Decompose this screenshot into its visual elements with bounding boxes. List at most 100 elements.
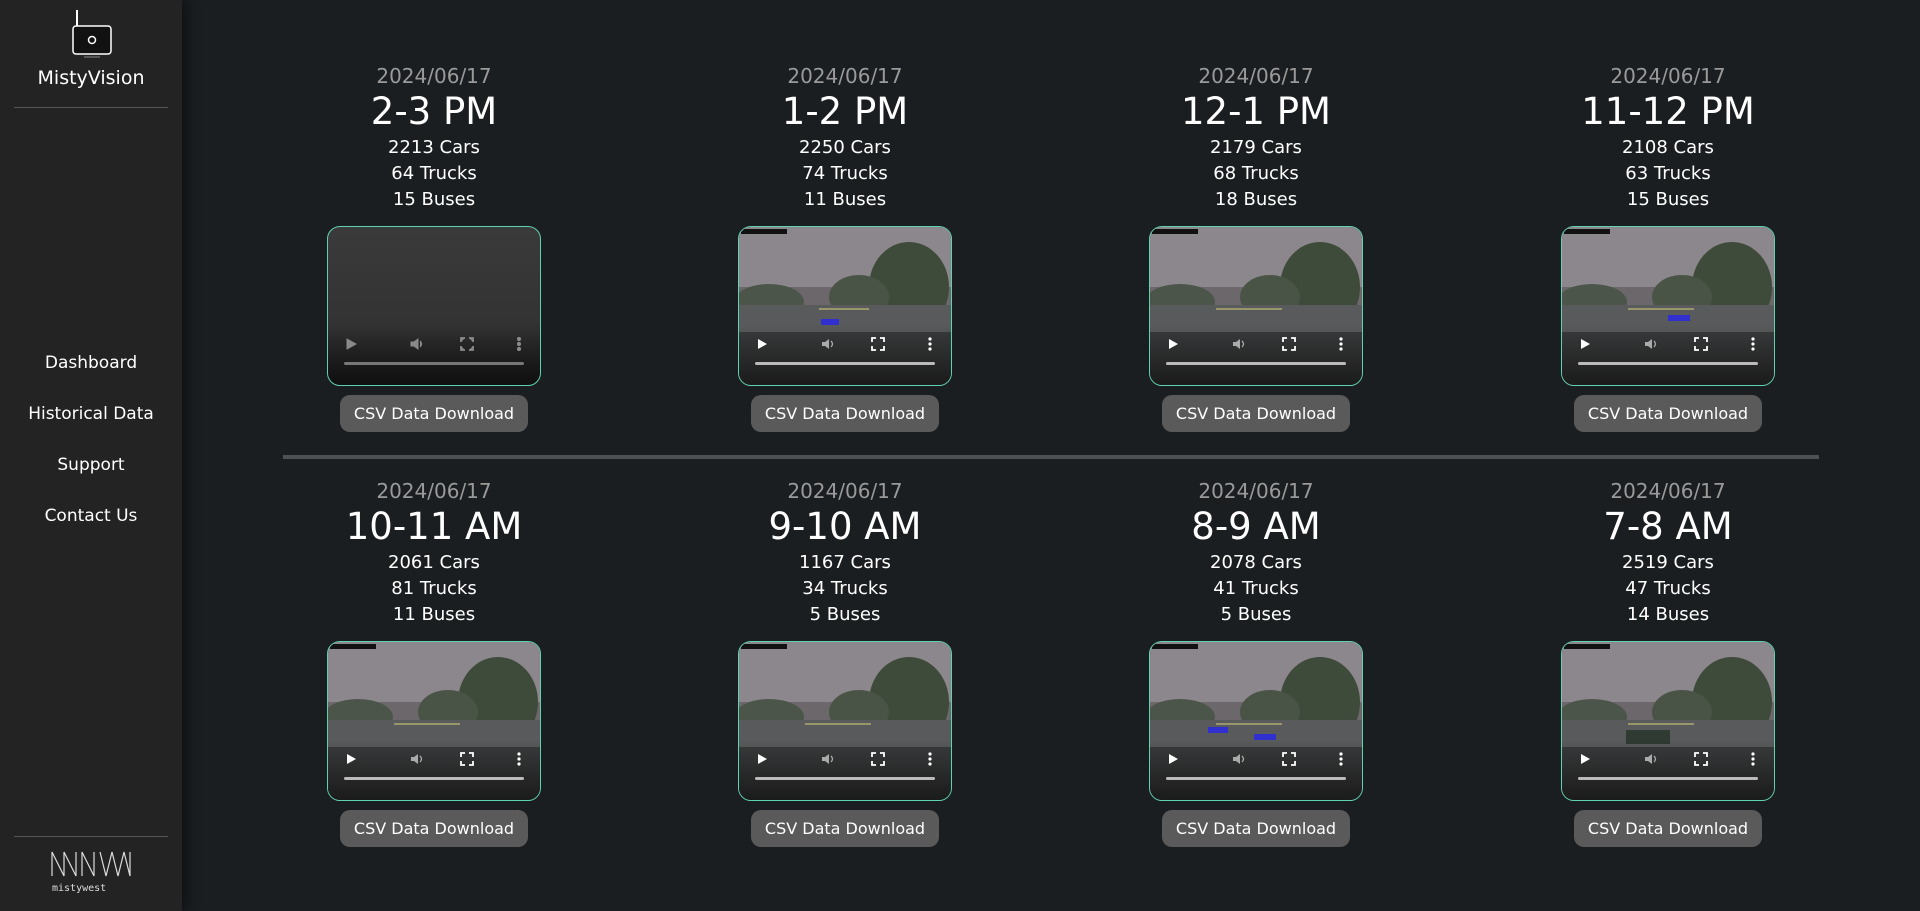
fullscreen-icon[interactable] [871, 752, 885, 766]
csv-download-button[interactable]: CSV Data Download [1573, 810, 1763, 847]
mistywest-logo: mistywest [50, 848, 150, 894]
volume-icon[interactable] [1232, 752, 1246, 766]
truck-count: 81 Trucks [391, 578, 477, 599]
video-player[interactable] [738, 226, 952, 386]
csv-download-button[interactable]: CSV Data Download [750, 395, 940, 432]
video-card: 2024/06/17 9-10 AM 1167 Cars 34 Trucks 5… [705, 478, 985, 847]
car-count: 2078 Cars [1210, 552, 1302, 573]
video-progress-bar[interactable] [1166, 362, 1346, 365]
csv-download-button[interactable]: CSV Data Download [750, 810, 940, 847]
brand[interactable]: MistyVision [0, 8, 182, 89]
fullscreen-icon[interactable] [871, 337, 885, 351]
truck-count: 63 Trucks [1625, 163, 1711, 184]
volume-icon[interactable] [1644, 752, 1658, 766]
more-options-icon[interactable] [1334, 337, 1348, 351]
truck-count: 64 Trucks [391, 163, 477, 184]
play-icon[interactable] [1578, 337, 1592, 351]
volume-icon[interactable] [410, 752, 424, 766]
video-player[interactable] [1149, 226, 1363, 386]
video-player[interactable] [738, 641, 952, 801]
video-progress-bar[interactable] [1578, 777, 1758, 780]
more-options-icon[interactable] [923, 752, 937, 766]
card-time-range: 10-11 AM [345, 505, 523, 548]
play-icon[interactable] [344, 337, 358, 351]
more-options-icon[interactable] [1746, 337, 1760, 351]
truck-count: 34 Trucks [802, 578, 888, 599]
bus-count: 5 Buses [809, 604, 881, 625]
car-count: 2250 Cars [799, 137, 891, 158]
csv-download-button[interactable]: CSV Data Download [1161, 395, 1351, 432]
volume-icon[interactable] [1644, 337, 1658, 351]
play-icon[interactable] [755, 752, 769, 766]
fullscreen-icon[interactable] [1282, 337, 1296, 351]
car-count: 2108 Cars [1622, 137, 1714, 158]
nav-item-dashboard[interactable]: Dashboard [0, 348, 182, 399]
bus-count: 5 Buses [1220, 604, 1292, 625]
play-icon[interactable] [1166, 752, 1180, 766]
video-card: 2024/06/17 8-9 AM 2078 Cars 41 Trucks 5 … [1116, 478, 1396, 847]
bus-count: 15 Buses [392, 189, 476, 210]
play-icon[interactable] [344, 752, 358, 766]
fullscreen-icon[interactable] [1694, 752, 1708, 766]
card-date: 2024/06/17 [787, 64, 903, 88]
video-controls [1562, 325, 1774, 385]
volume-icon[interactable] [1232, 337, 1246, 351]
csv-download-button[interactable]: CSV Data Download [339, 810, 529, 847]
more-options-icon[interactable] [512, 337, 526, 351]
video-progress-bar[interactable] [344, 362, 524, 365]
play-icon[interactable] [755, 337, 769, 351]
card-time-range: 9-10 AM [768, 505, 922, 548]
volume-icon[interactable] [821, 337, 835, 351]
bus-count: 11 Buses [803, 189, 887, 210]
video-controls [739, 325, 951, 385]
csv-download-button[interactable]: CSV Data Download [1161, 810, 1351, 847]
more-options-icon[interactable] [512, 752, 526, 766]
card-date: 2024/06/17 [376, 479, 492, 503]
video-progress-bar[interactable] [344, 777, 524, 780]
car-count: 2519 Cars [1622, 552, 1714, 573]
sidebar-nav: Dashboard Historical Data Support Contac… [0, 348, 182, 552]
truck-count: 41 Trucks [1213, 578, 1299, 599]
video-player[interactable] [1149, 641, 1363, 801]
footer-logo-text: mistywest [52, 883, 107, 894]
row-divider [283, 455, 1819, 459]
nav-item-support[interactable]: Support [0, 450, 182, 501]
video-controls [739, 740, 951, 800]
card-date: 2024/06/17 [1610, 64, 1726, 88]
video-progress-bar[interactable] [1578, 362, 1758, 365]
card-date: 2024/06/17 [1198, 64, 1314, 88]
car-count: 1167 Cars [799, 552, 891, 573]
car-count: 2213 Cars [388, 137, 480, 158]
volume-icon[interactable] [410, 337, 424, 351]
csv-download-button[interactable]: CSV Data Download [339, 395, 529, 432]
more-options-icon[interactable] [1334, 752, 1348, 766]
sidebar: MistyVision Dashboard Historical Data Su… [0, 0, 182, 911]
play-icon[interactable] [1166, 337, 1180, 351]
video-progress-bar[interactable] [755, 777, 935, 780]
nav-item-historical-data[interactable]: Historical Data [0, 399, 182, 450]
fullscreen-icon[interactable] [460, 752, 474, 766]
video-controls [328, 740, 540, 800]
csv-download-button[interactable]: CSV Data Download [1573, 395, 1763, 432]
fullscreen-icon[interactable] [460, 337, 474, 351]
video-progress-bar[interactable] [755, 362, 935, 365]
card-date: 2024/06/17 [787, 479, 903, 503]
more-options-icon[interactable] [923, 337, 937, 351]
volume-icon[interactable] [821, 752, 835, 766]
video-player[interactable] [327, 641, 541, 801]
card-time-range: 12-1 PM [1181, 90, 1331, 133]
car-count: 2061 Cars [388, 552, 480, 573]
play-icon[interactable] [1578, 752, 1592, 766]
car-count: 2179 Cars [1210, 137, 1302, 158]
card-time-range: 1-2 PM [781, 90, 909, 133]
video-player[interactable] [327, 226, 541, 386]
nav-item-contact-us[interactable]: Contact Us [0, 501, 182, 552]
video-player[interactable] [1561, 226, 1775, 386]
truck-count: 68 Trucks [1213, 163, 1299, 184]
video-progress-bar[interactable] [1166, 777, 1346, 780]
video-player[interactable] [1561, 641, 1775, 801]
video-controls [1150, 325, 1362, 385]
fullscreen-icon[interactable] [1694, 337, 1708, 351]
more-options-icon[interactable] [1746, 752, 1760, 766]
fullscreen-icon[interactable] [1282, 752, 1296, 766]
